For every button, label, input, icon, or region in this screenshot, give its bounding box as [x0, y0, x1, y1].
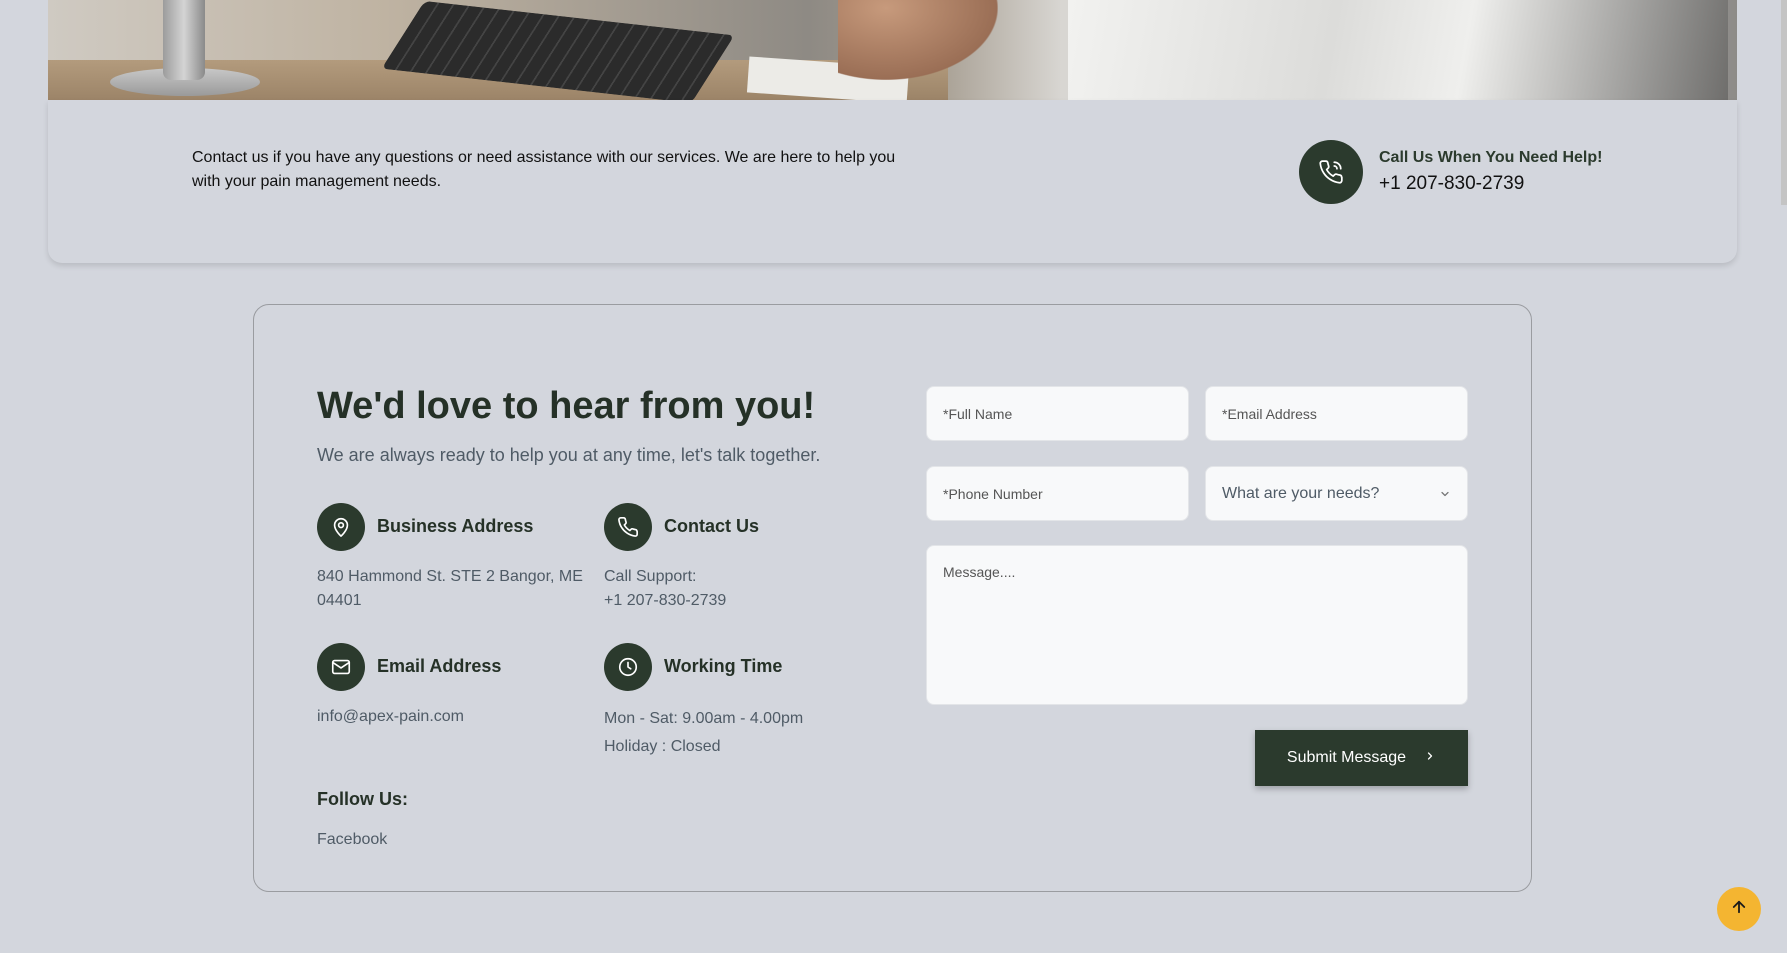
chevron-down-icon	[1439, 487, 1451, 505]
submit-message-label: Submit Message	[1286, 749, 1407, 766]
contact-subheading: We are always ready to help you at any t…	[317, 445, 821, 465]
clock-icon	[604, 643, 652, 691]
scroll-to-top-button[interactable]	[1717, 887, 1761, 931]
submit-message-button[interactable]: Submit Message	[1255, 730, 1468, 786]
business-address-line2: 04401	[317, 592, 362, 609]
needs-select-value: What are your needs?	[1222, 484, 1380, 502]
hero-arm	[838, 0, 998, 80]
call-phone[interactable]: +1 207-830-2739	[1379, 173, 1524, 195]
business-address-title: Business Address	[377, 516, 534, 536]
mail-icon	[317, 643, 365, 691]
hero-image	[48, 0, 1737, 100]
map-pin-icon	[317, 503, 365, 551]
working-time-line2: Holiday : Closed	[604, 738, 721, 755]
phone-call-icon	[1299, 140, 1363, 204]
facebook-link[interactable]: Facebook	[317, 831, 387, 849]
chevron-right-icon	[1424, 749, 1436, 767]
call-title: Call Us When You Need Help!	[1379, 149, 1603, 166]
hero-lamp	[163, 0, 205, 80]
working-time-line1: Mon - Sat: 9.00am - 4.00pm	[604, 710, 804, 727]
needs-select[interactable]: What are your needs?	[1205, 466, 1468, 521]
phone-icon	[604, 503, 652, 551]
info-text: Contact us if you have any questions or …	[192, 149, 896, 190]
arrow-up-icon	[1730, 898, 1748, 921]
phone-input[interactable]	[926, 466, 1189, 521]
contact-heading: We'd love to hear from you!	[317, 385, 816, 427]
info-bar: Contact us if you have any questions or …	[48, 100, 1737, 263]
hero-coat	[1068, 0, 1728, 100]
business-address-line1: 840 Hammond St. STE 2 Bangor, ME	[317, 568, 583, 585]
contact-us-phone[interactable]: +1 207-830-2739	[604, 589, 726, 613]
working-time-title: Working Time	[664, 656, 783, 676]
page-scrollbar[interactable]	[1781, 0, 1787, 205]
email-address-value[interactable]: info@apex-pain.com	[317, 705, 464, 729]
contact-us-text: Call Support: +1 207-830-2739	[604, 565, 726, 613]
contact-us-line1: Call Support:	[604, 568, 697, 585]
full-name-input[interactable]	[926, 386, 1189, 441]
follow-us-title: Follow Us:	[317, 789, 408, 809]
contact-us-title: Contact Us	[664, 516, 760, 536]
email-input[interactable]	[1205, 386, 1468, 441]
message-textarea[interactable]	[926, 545, 1468, 705]
business-address-text: 840 Hammond St. STE 2 Bangor, ME 04401	[317, 565, 583, 613]
working-time-text: Mon - Sat: 9.00am - 4.00pm Holiday : Clo…	[604, 705, 803, 761]
email-address-text: info@apex-pain.com	[317, 705, 464, 729]
email-address-title: Email Address	[377, 656, 502, 676]
contact-card: We'd love to hear from you! We are alway…	[253, 304, 1532, 892]
